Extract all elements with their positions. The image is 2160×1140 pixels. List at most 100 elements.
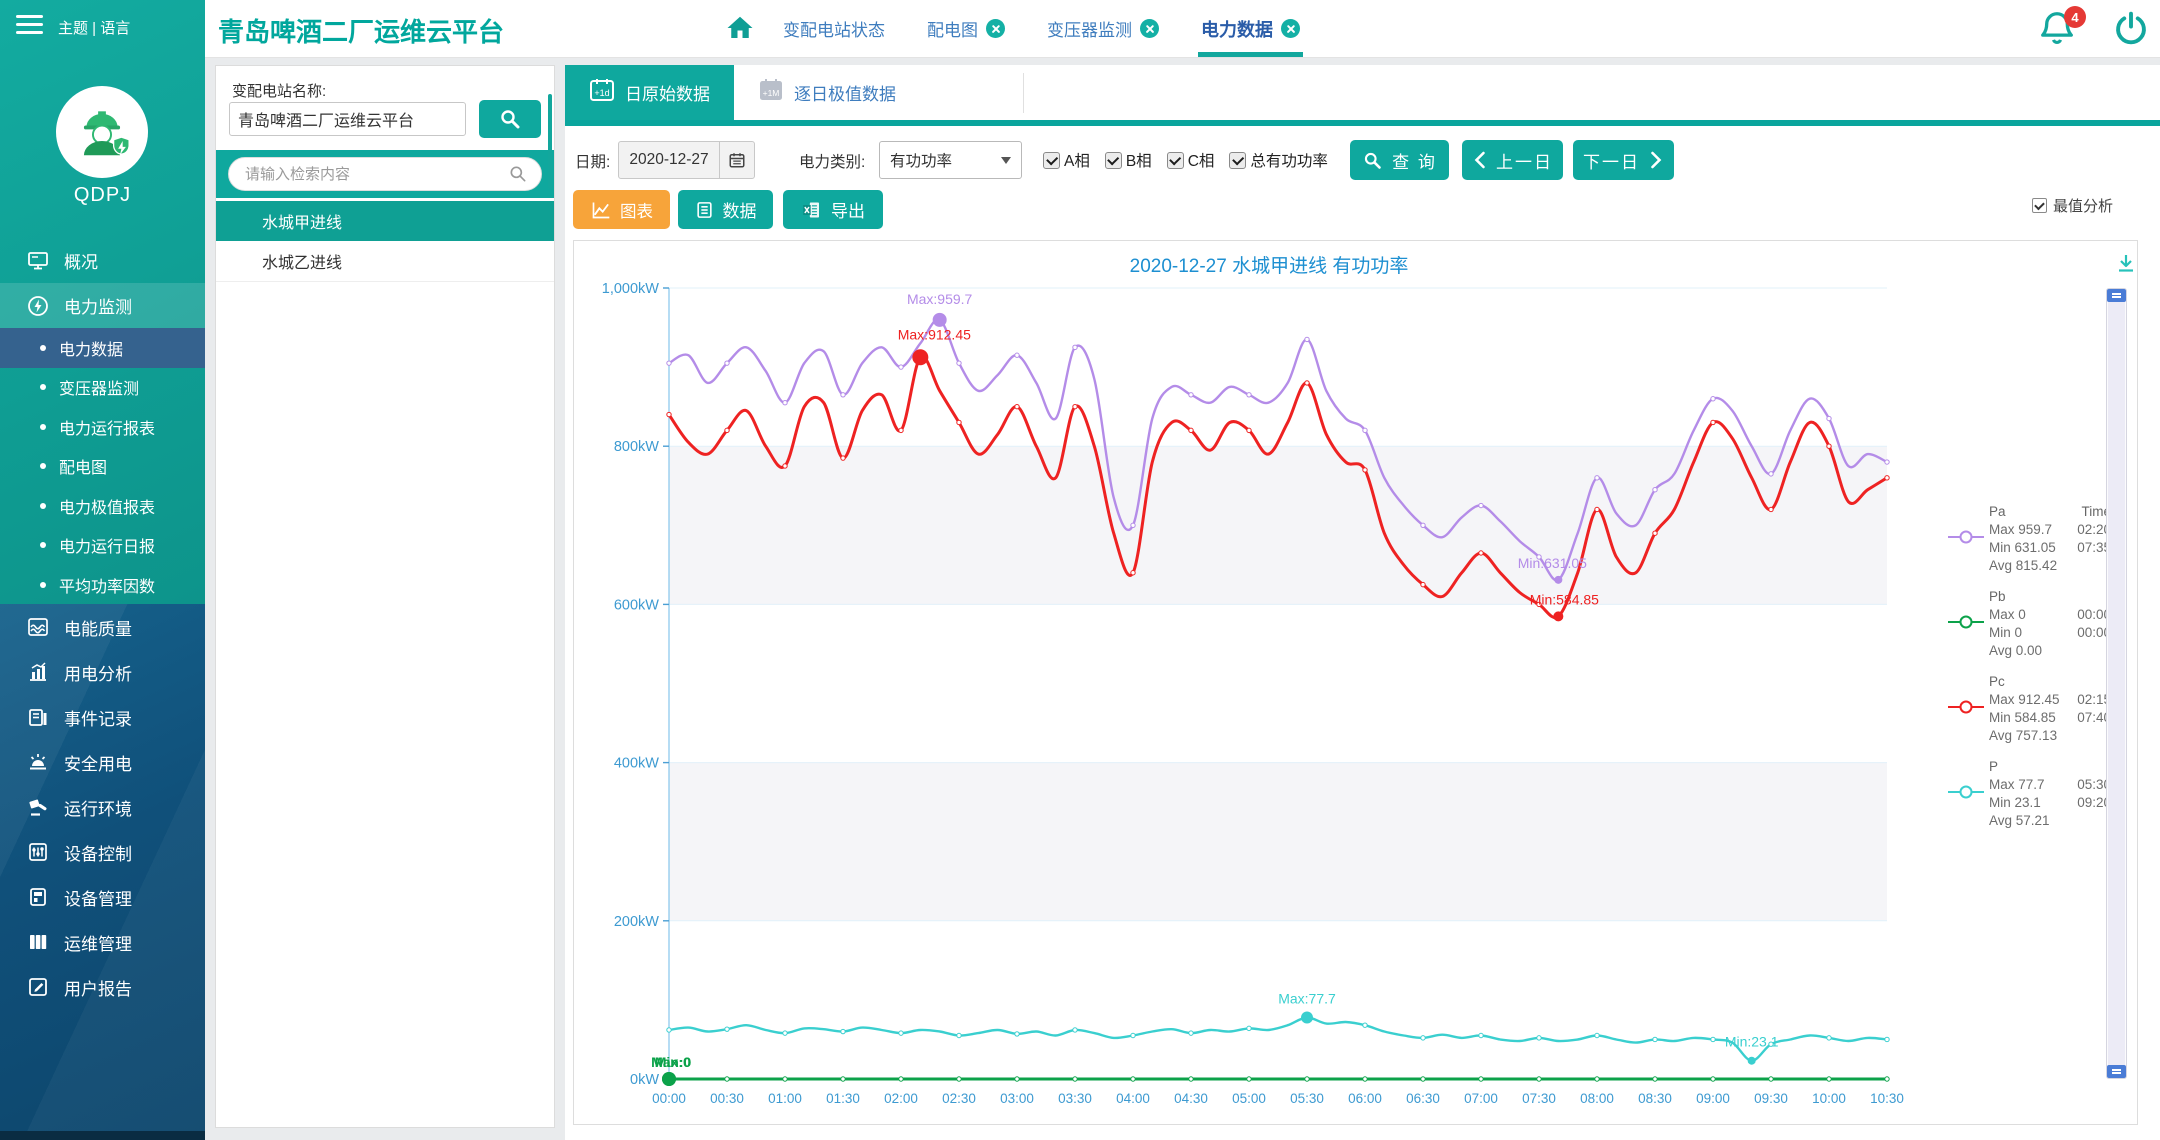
legend-series-block[interactable]: Pa Time Max 959.702:20 Min 631.0507:35 A… <box>1948 503 2112 575</box>
sidebar-item[interactable]: 用电分析 <box>0 650 205 695</box>
checkbox-checked-icon[interactable] <box>1229 152 1246 169</box>
sidebar-item[interactable]: 电能质量 <box>0 605 205 650</box>
legend-max: Max 912.45 <box>1989 691 2060 709</box>
sidebar-item[interactable]: 概况 <box>0 238 205 283</box>
hamburger-menu-icon[interactable] <box>16 15 43 36</box>
legend-marker-icon <box>1948 700 1984 714</box>
sidebar-item[interactable]: 用户报告 <box>0 965 205 1010</box>
content-tab[interactable]: +1M 逐日极值数据 <box>734 65 920 120</box>
datazoom-slider[interactable] <box>2106 288 2127 1079</box>
nav-tab-label: 变配电站状态 <box>783 16 885 41</box>
station-search-button[interactable] <box>479 100 541 138</box>
sidebar-item[interactable]: 安全用电 <box>0 740 205 785</box>
svg-text:600kW: 600kW <box>614 597 659 613</box>
sidebar-item-icon <box>26 840 50 864</box>
export-button[interactable]: 导出 <box>783 190 883 229</box>
sidebar-menu: 概况 电力监测 电力数据 变压器监测 电力运行报表 配电图 <box>0 238 205 1010</box>
sidebar-item[interactable]: 电力数据 <box>0 328 205 368</box>
checkbox-checked-icon[interactable] <box>1105 152 1122 169</box>
svg-text:08:00: 08:00 <box>1580 1091 1614 1106</box>
power-type-select[interactable]: 有功功率 <box>879 141 1022 179</box>
phase-checkbox[interactable]: B相 <box>1105 149 1152 171</box>
sidebar-item[interactable]: 电力运行报表 <box>0 407 205 447</box>
calendar-icon: +1M <box>758 77 784 108</box>
close-icon[interactable] <box>986 19 1005 38</box>
data-view-button[interactable]: 数据 <box>678 190 773 229</box>
chart-view-button[interactable]: 图表 <box>573 190 670 229</box>
legend-series-block[interactable]: Pb Max 000:00 Min 000:00 Avg 0.00 <box>1948 588 2112 660</box>
notification-bell[interactable]: 4 <box>2038 8 2082 52</box>
calendar-icon <box>728 151 746 169</box>
phase-checkbox[interactable]: A相 <box>1043 149 1090 171</box>
search-icon <box>1362 150 1383 171</box>
extreme-analysis-checkbox[interactable]: 最值分析 <box>2032 195 2113 216</box>
datazoom-handle-bottom[interactable] <box>2107 1065 2126 1078</box>
content-tab[interactable]: +1d 日原始数据 <box>565 65 734 120</box>
close-icon[interactable] <box>1140 19 1159 38</box>
phase-checkbox[interactable]: 总有功功率 <box>1229 149 1328 171</box>
next-day-button[interactable]: 下一日 <box>1573 140 1674 180</box>
bullet-icon <box>40 463 46 469</box>
line-chart[interactable]: 0kW200kW400kW600kW800kW1,000kW00:0000:30… <box>574 241 2139 1126</box>
sidebar-item[interactable]: 配电图 <box>0 447 205 487</box>
sidebar-item[interactable]: 设备控制 <box>0 830 205 875</box>
sidebar-item[interactable]: 电力极值报表 <box>0 486 205 526</box>
nav-tab[interactable]: 配电图 <box>924 0 1008 57</box>
station-panel: 变配电站名称: 水城甲进线 水城乙进线 <box>215 65 555 1128</box>
sidebar-item[interactable]: 运维管理 <box>0 920 205 965</box>
svg-text:+1d: +1d <box>594 88 609 98</box>
station-list-item[interactable]: 水城甲进线 <box>216 201 554 241</box>
sidebar-item[interactable]: 变压器监测 <box>0 368 205 408</box>
calendar-button[interactable] <box>719 142 754 178</box>
sidebar-item-label: 设备控制 <box>64 840 132 865</box>
bullet-icon <box>40 424 46 430</box>
checkbox-checked-icon[interactable] <box>1167 152 1184 169</box>
sidebar-item[interactable]: 运行环境 <box>0 785 205 830</box>
svg-text:0kW: 0kW <box>630 1072 659 1088</box>
panel-scrollbar[interactable] <box>548 94 552 189</box>
sidebar-item[interactable]: 电力运行日报 <box>0 526 205 566</box>
svg-text:Min:584.85: Min:584.85 <box>1530 591 1599 607</box>
sidebar-item-label: 设备管理 <box>64 885 132 910</box>
svg-text:Max:959.7: Max:959.7 <box>907 291 973 307</box>
station-list-item[interactable]: 水城乙进线 <box>216 241 554 282</box>
previous-day-label: 上一日 <box>1496 148 1553 173</box>
query-button[interactable]: 查 询 <box>1350 140 1449 180</box>
legend-series-block[interactable]: Pc Max 912.4502:15 Min 584.8507:40 Avg 7… <box>1948 673 2112 745</box>
nav-tab[interactable]: 变配电站状态 <box>780 0 888 57</box>
datazoom-fill[interactable] <box>2108 301 2125 1066</box>
nav-tab[interactable]: 电力数据 <box>1198 0 1303 57</box>
checkbox-checked-icon[interactable] <box>2032 198 2047 213</box>
sidebar-item-label: 电力极值报表 <box>59 494 155 518</box>
calendar-icon: +1d <box>589 77 615 108</box>
legend-avg: Avg 815.42 <box>1989 557 2057 575</box>
phase-label: C相 <box>1188 149 1215 171</box>
sidebar-item-icon <box>26 750 50 774</box>
checkbox-checked-icon[interactable] <box>1043 152 1060 169</box>
legend-series-block[interactable]: P Max 77.705:30 Min 23.109:20 Avg 57.21 <box>1948 758 2112 830</box>
sidebar-item[interactable]: 事件记录 <box>0 695 205 740</box>
sidebar-item[interactable]: 平均功率因数 <box>0 565 205 605</box>
station-name-input[interactable] <box>229 102 466 136</box>
sidebar-item[interactable]: 电力监测 <box>0 283 205 328</box>
sidebar-item[interactable]: 设备管理 <box>0 875 205 920</box>
date-value: 2020-12-27 <box>619 151 719 169</box>
nav-tabs: 变配电站状态 配电图 变压器监测 电力数据 <box>780 0 1339 57</box>
sidebar-item-label: 电力数据 <box>59 336 123 360</box>
date-picker[interactable]: 2020-12-27 <box>618 141 755 179</box>
svg-text:02:00: 02:00 <box>884 1091 918 1106</box>
station-filter-input[interactable] <box>228 157 542 191</box>
phase-checkbox[interactable]: C相 <box>1167 149 1215 171</box>
nav-tab[interactable]: 变压器监测 <box>1044 0 1162 57</box>
previous-day-button[interactable]: 上一日 <box>1462 140 1563 180</box>
svg-text:04:00: 04:00 <box>1116 1091 1150 1106</box>
home-icon[interactable] <box>725 13 755 43</box>
datazoom-handle-top[interactable] <box>2107 289 2126 302</box>
avatar[interactable] <box>56 86 148 178</box>
sidebar-item-icon <box>26 660 50 684</box>
theme-language-link[interactable]: 主题 | 语言 <box>58 17 130 38</box>
close-icon[interactable] <box>1281 19 1300 38</box>
sidebar-footer <box>0 1131 205 1140</box>
logout-power-button[interactable] <box>2113 10 2151 48</box>
svg-text:03:00: 03:00 <box>1000 1091 1034 1106</box>
